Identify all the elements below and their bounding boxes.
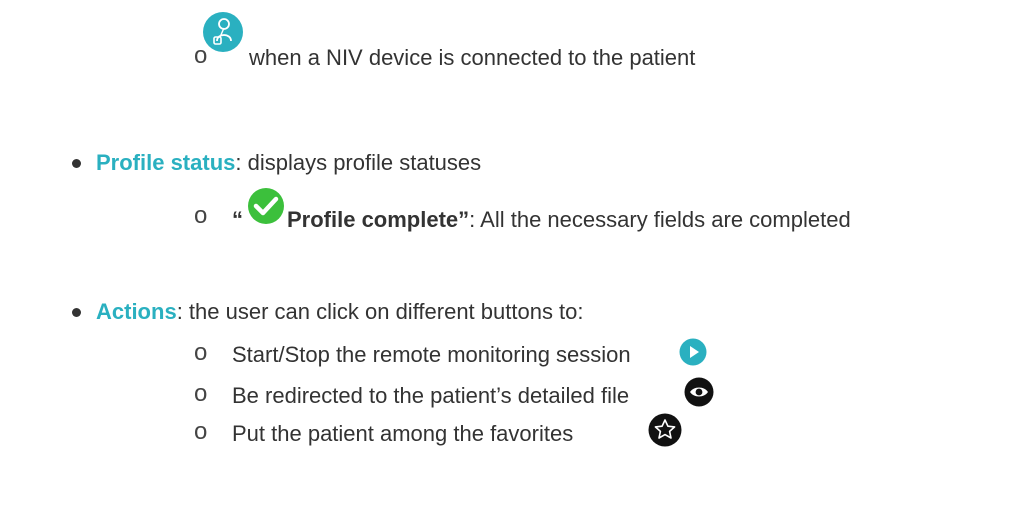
star-icon[interactable]: [648, 413, 682, 447]
profile-status-desc: : displays profile statuses: [235, 150, 482, 175]
niv-device-icon: [203, 12, 243, 52]
eye-icon[interactable]: [684, 377, 714, 407]
profile-status-label: Profile status: [96, 150, 236, 175]
profile-complete-line: Profile complete”: All the necessary fie…: [287, 206, 851, 234]
sub-bullet-marker: o: [194, 202, 208, 229]
bullet: [72, 308, 81, 317]
bullet: [72, 159, 81, 168]
check-circle-icon: [248, 188, 284, 224]
action-item-label: Put the patient among the favorites: [232, 421, 574, 446]
sub-bullet-marker: o: [194, 339, 208, 366]
niv-description: when a NIV device is connected to the pa…: [249, 45, 696, 70]
profile-complete-desc: : All the necessary fields are completed: [469, 207, 851, 232]
open-quote: “: [232, 207, 243, 232]
sub-bullet-marker: o: [194, 380, 208, 407]
actions-line: Actions: the user can click on different…: [96, 298, 584, 326]
actions-label: Actions: [96, 299, 177, 324]
profile-complete-title: Profile complete”: [287, 207, 470, 232]
profile-status-line: Profile status: displays profile statuse…: [96, 149, 481, 177]
actions-desc: : the user can click on different button…: [176, 299, 584, 324]
action-item-label: Be redirected to the patient’s detailed …: [232, 383, 630, 408]
play-icon[interactable]: [679, 338, 707, 366]
sub-bullet-marker: o: [194, 418, 208, 445]
action-item-label: Start/Stop the remote monitoring session: [232, 342, 631, 367]
